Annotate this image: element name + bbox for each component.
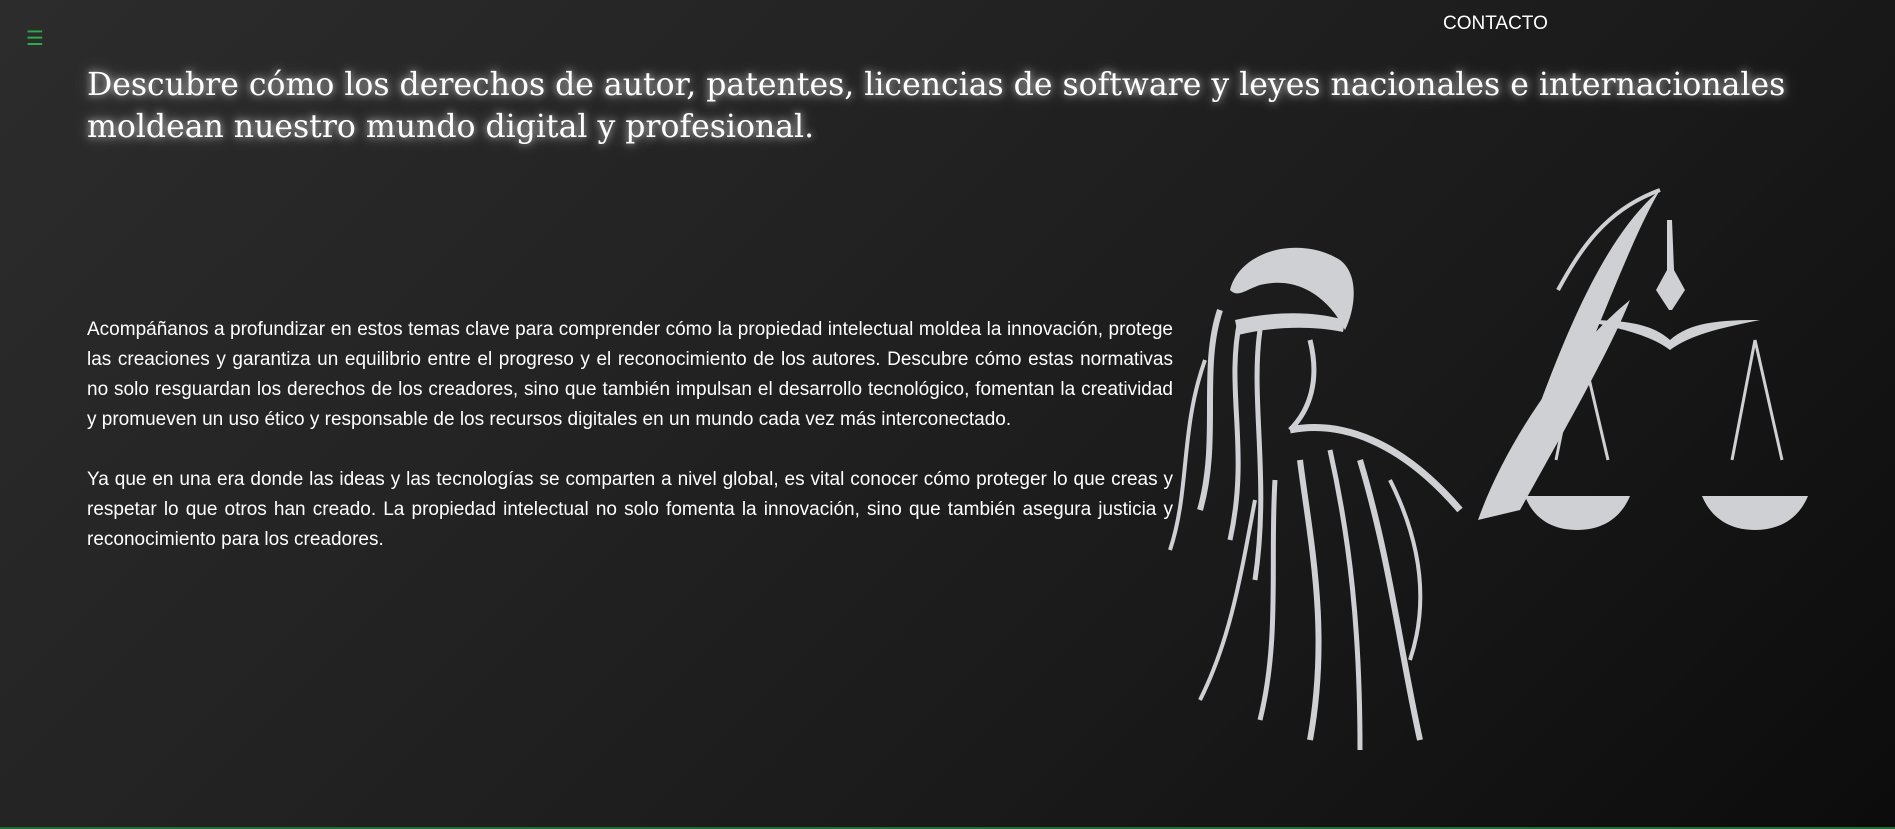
intro-text: Acompáñanos a profundizar en estos temas…	[87, 315, 1173, 585]
lady-justice-illustration	[1168, 188, 1808, 751]
sword-blade	[1530, 190, 1660, 430]
intro-paragraph-2: Ya que en una era donde las ideas y las …	[87, 469, 1173, 550]
nav-contact-link[interactable]: CONTACTO	[1443, 13, 1548, 35]
scale-pan-left	[1525, 496, 1630, 530]
intro-paragraph-1: Acompáñanos a profundizar en estos temas…	[87, 319, 1173, 430]
scale-pan-right	[1702, 496, 1808, 530]
hero-title: Descubre cómo los derechos de autor, pat…	[87, 67, 1786, 145]
scale-pillar	[1656, 220, 1685, 310]
blindfold	[1235, 313, 1345, 335]
hamburger-menu-icon[interactable]: ☰	[26, 28, 44, 48]
